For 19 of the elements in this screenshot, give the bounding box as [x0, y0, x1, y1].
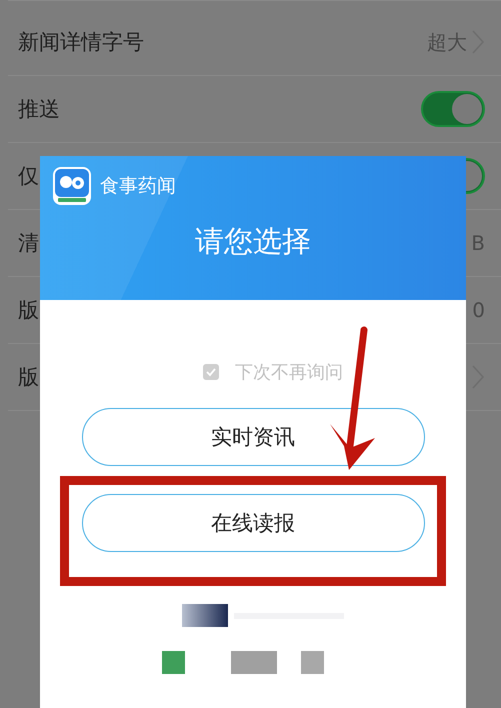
blurred-icon	[182, 604, 228, 627]
setting-label: 清	[18, 230, 39, 257]
blurred-icon	[231, 651, 277, 674]
blurred-icon	[162, 651, 185, 674]
app-logo-icon	[52, 166, 92, 206]
choice-button[interactable]: 在线读报	[82, 494, 424, 552]
checkbox-label: 下次不再询问	[235, 361, 343, 384]
dialog-title: 请您选择	[194, 223, 312, 260]
setting-label: 版	[18, 364, 39, 391]
toggle-switch[interactable]	[421, 91, 485, 127]
check-icon	[205, 366, 217, 378]
setting-label: 仅	[18, 163, 39, 190]
setting-label: 版	[18, 297, 39, 324]
setting-label: 推送	[18, 96, 60, 123]
blurred-icon	[301, 651, 324, 674]
choice-button[interactable]: 实时资讯	[82, 408, 424, 466]
checkbox[interactable]	[203, 364, 219, 380]
app-name: 食事药闻	[100, 174, 176, 199]
setting-label: 新闻详情字号	[18, 29, 144, 56]
